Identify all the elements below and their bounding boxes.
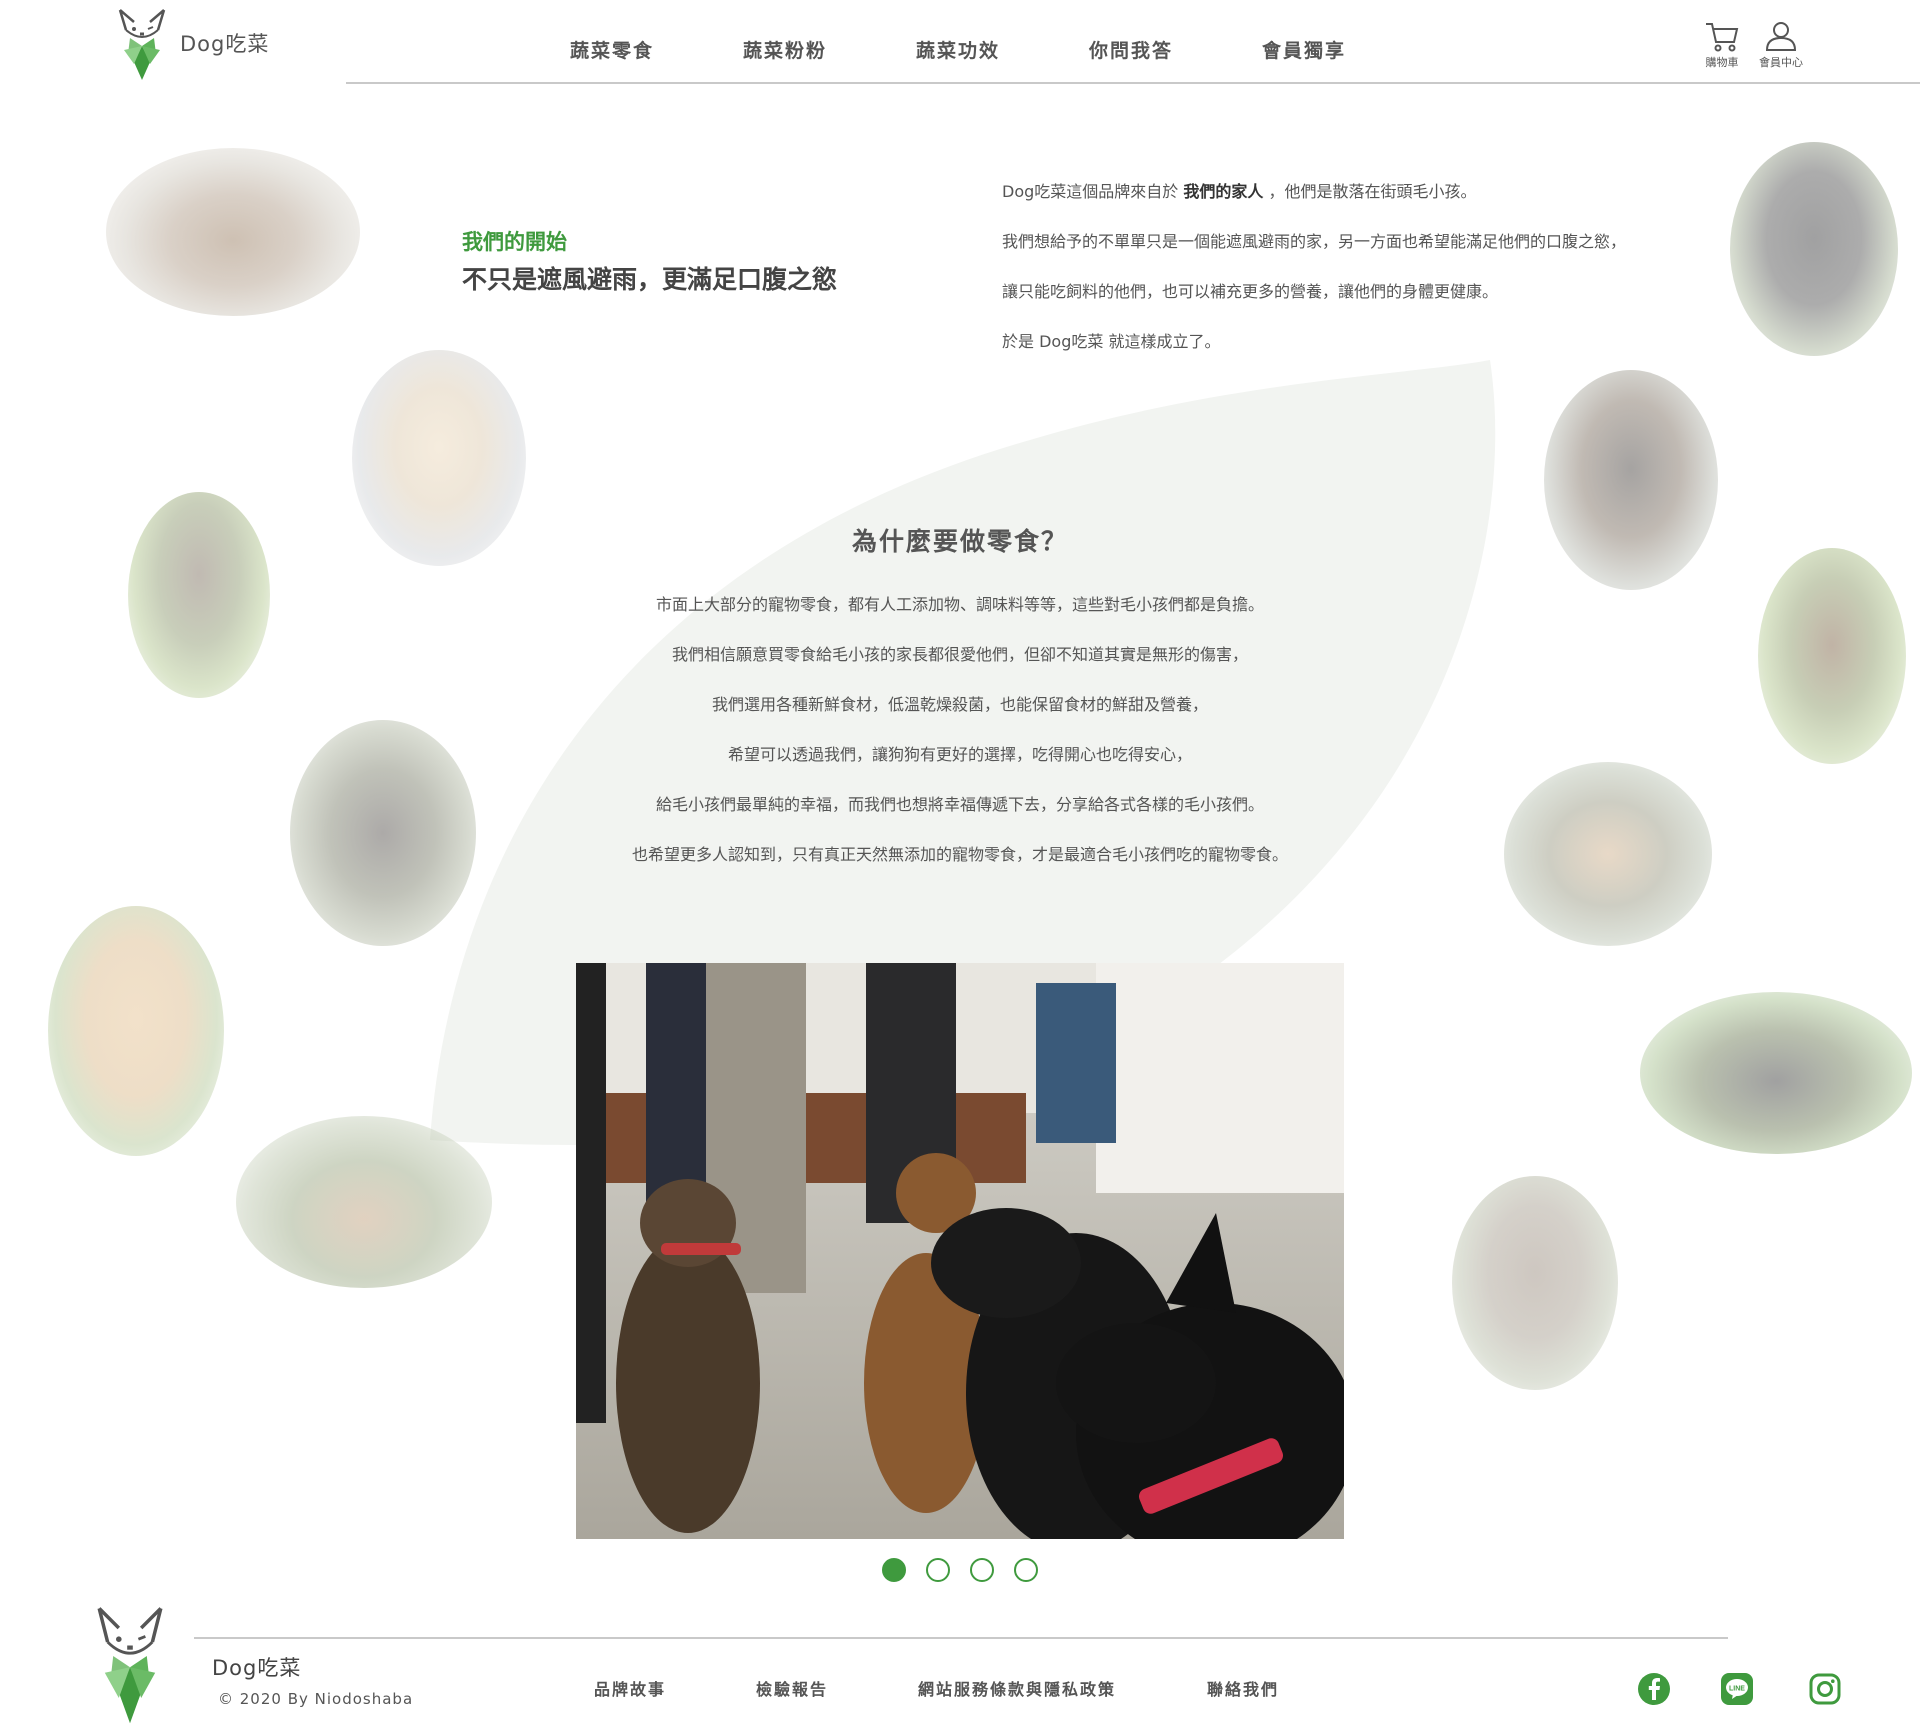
- intro-paragraph-2: 我們想給予的不單單只是一個能遮風避雨的家，另一方面也希望能滿足他們的口腹之慾，: [1002, 232, 1627, 251]
- why-line: 希望可以透過我們，讓狗狗有更好的選擇，吃得開心也吃得安心，: [727, 745, 1192, 764]
- footer-brand: Dog吃菜: [212, 1656, 302, 1680]
- dog-logo-icon[interactable]: [112, 4, 172, 82]
- site-header: Dog吃菜 蔬菜零食 蔬菜粉粉 蔬菜功效 你問我答 會員獨享 購物車 會員中心: [0, 0, 1920, 84]
- dog-photo-bubble: [1640, 992, 1912, 1154]
- member-label: 會員中心: [1759, 56, 1803, 69]
- dog-photo-bubble: [48, 906, 224, 1156]
- why-line: 我們選用各種新鮮食材，低溫乾燥殺菌，也能保留食材的鮮甜及營養，: [711, 695, 1208, 714]
- carousel-dot-2[interactable]: [926, 1558, 950, 1582]
- brand-name[interactable]: Dog吃菜: [180, 28, 269, 58]
- why-line: 也希望更多人認知到，只有真正天然無添加的寵物零食，才是最適合毛小孩們吃的寵物零食…: [631, 845, 1288, 864]
- nav-item-benefits[interactable]: 蔬菜功效: [916, 36, 1000, 63]
- nav-item-faq[interactable]: 你問我答: [1089, 36, 1173, 63]
- footer-link-brand-story[interactable]: 品牌故事: [594, 1676, 666, 1700]
- footer-divider: [194, 1637, 1728, 1639]
- nav-item-snacks[interactable]: 蔬菜零食: [570, 36, 654, 63]
- cart-button[interactable]: 購物車: [1692, 20, 1752, 70]
- why-line: 我們相信願意買零食給毛小孩的家長都很愛他們，但卻不知道其實是無形的傷害，: [671, 645, 1248, 664]
- user-icon: [1765, 22, 1797, 51]
- member-center-button[interactable]: 會員中心: [1751, 20, 1811, 70]
- instagram-icon[interactable]: [1808, 1672, 1842, 1706]
- why-title: 為什麼要做零食？: [851, 527, 1068, 556]
- intro-paragraph-4: 於是 Dog吃菜 就這樣成立了。: [1002, 332, 1221, 351]
- nav-item-members[interactable]: 會員獨享: [1262, 36, 1346, 63]
- footer-link-test-report[interactable]: 檢驗報告: [756, 1676, 828, 1700]
- dog-photo-bubble: [236, 1116, 492, 1288]
- carousel-dot-1[interactable]: [882, 1558, 906, 1582]
- nav-item-powder[interactable]: 蔬菜粉粉: [743, 36, 827, 63]
- intro-text: ，他們是散落在街頭毛小孩。: [1263, 182, 1477, 201]
- intro-kicker: 我們的開始: [462, 230, 567, 254]
- intro-paragraph-1: Dog吃菜這個品牌來自於 我們的家人 ，他們是散落在街頭毛小孩。: [1002, 178, 1476, 202]
- footer-link-terms-privacy[interactable]: 網站服務條款與隱私政策: [918, 1676, 1116, 1700]
- carousel-dot-4[interactable]: [1014, 1558, 1038, 1582]
- line-icon[interactable]: LINE: [1720, 1672, 1754, 1706]
- footer-link-contact[interactable]: 聯絡我們: [1207, 1676, 1279, 1700]
- dog-photo-bubble: [106, 148, 360, 316]
- footer-dog-logo-icon[interactable]: [88, 1600, 172, 1726]
- intro-title: 不只是遮風避雨，更滿足口腹之慾: [462, 265, 838, 294]
- intro-emphasis: 我們的家人: [1183, 182, 1264, 201]
- intro-paragraph-3: 讓只能吃飼料的他們，也可以補充更多的營養，讓他們的身體更健康。: [1002, 282, 1499, 301]
- footer-copyright: © 2020 By Niodoshaba: [218, 1690, 414, 1708]
- why-line: 給毛小孩們最單純的幸福，而我們也想將幸福傳遞下去，分享給各式各樣的毛小孩們。: [655, 795, 1264, 814]
- carousel-dot-3[interactable]: [970, 1558, 994, 1582]
- intro-text: Dog吃菜這個品牌來自於: [1002, 182, 1184, 201]
- cart-label: 購物車: [1705, 56, 1739, 69]
- dog-photo-bubble: [1452, 1176, 1618, 1390]
- cart-icon: [1706, 23, 1739, 52]
- header-divider: [346, 82, 1920, 84]
- why-line: 市面上大部分的寵物零食，都有人工添加物、調味料等等，這些對毛小孩們都是負擔。: [655, 595, 1264, 614]
- dogs-carousel-photo[interactable]: [576, 963, 1344, 1539]
- dog-photo-bubble: [1730, 142, 1898, 356]
- facebook-icon[interactable]: [1637, 1672, 1671, 1706]
- svg-text:LINE: LINE: [1729, 1686, 1745, 1693]
